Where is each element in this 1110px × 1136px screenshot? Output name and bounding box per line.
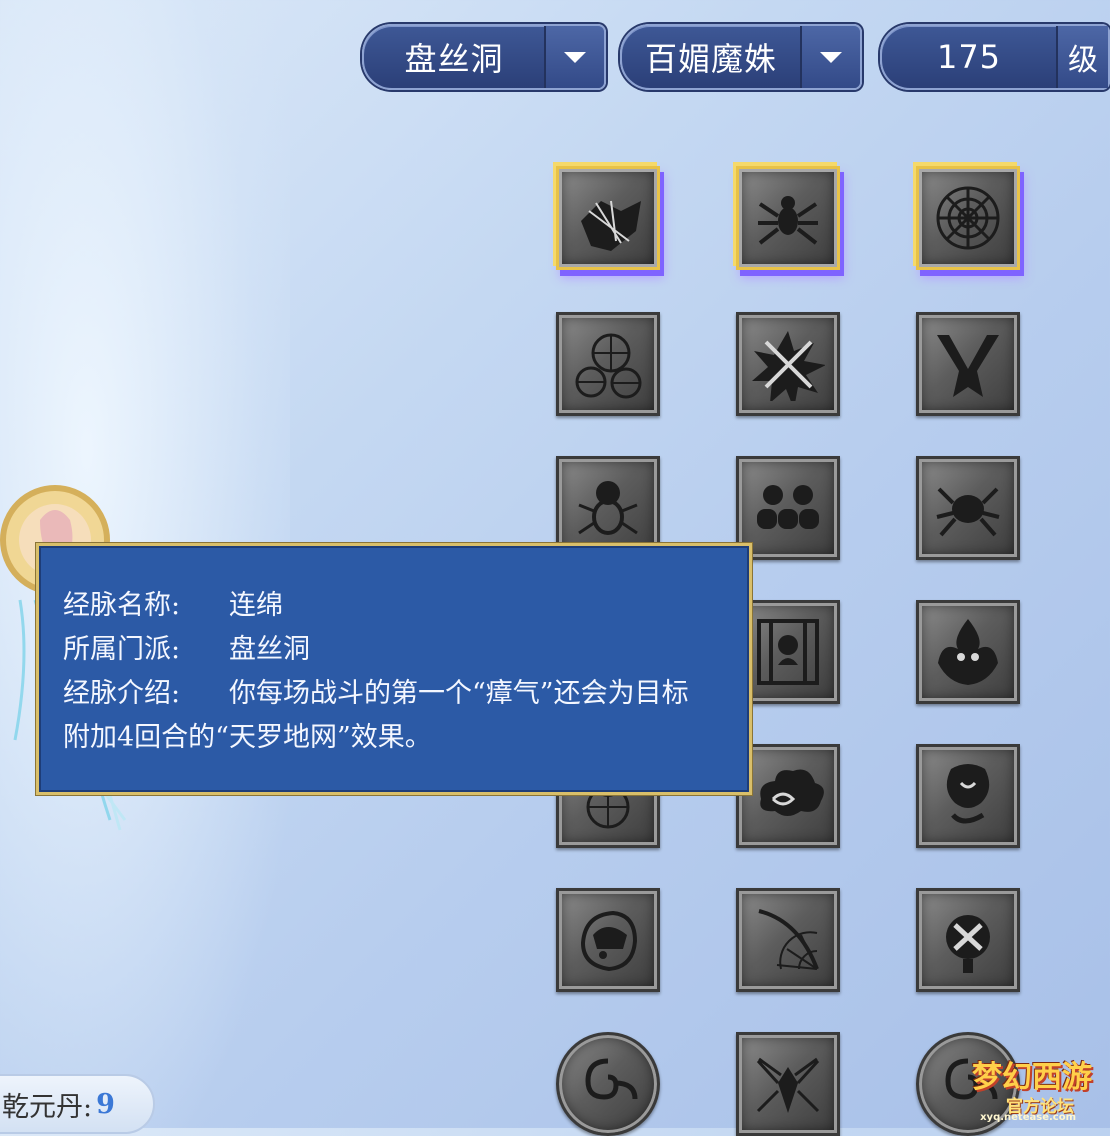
dark-spider-icon bbox=[936, 487, 1000, 537]
skill-slot-bone-spikes[interactable] bbox=[916, 312, 1020, 416]
tooltip-sect-row: 所属门派: 盘丝洞 bbox=[63, 628, 725, 672]
blood-spider-icon bbox=[578, 481, 638, 535]
sect-dropdown-value: 盘丝洞 bbox=[404, 40, 504, 78]
role-dropdown-value: 百媚魔姝 bbox=[644, 40, 777, 78]
tooltip-desc-row: 经脉介绍: 你每场战斗的第一个“瘴气”还会为目标 bbox=[63, 672, 725, 716]
level-value[interactable]: 175 bbox=[882, 38, 1056, 76]
watermark-url: xyq.netease.com bbox=[980, 1112, 1076, 1123]
tooltip-desc-line1: 你每场战斗的第一个“瘴气”还会为目标 bbox=[229, 678, 689, 709]
tooltip-name-row: 经脉名称: 连绵 bbox=[63, 584, 725, 628]
meridian-tooltip: 经脉名称: 连绵 所属门派: 盘丝洞 经脉介绍: 你每场战斗的第一个“瘴气”还会… bbox=[36, 543, 752, 795]
skill-slot-knotted-sword[interactable] bbox=[916, 888, 1020, 992]
skill-slot-spider-web[interactable] bbox=[916, 166, 1020, 270]
role-dropdown[interactable]: 百媚魔姝 bbox=[620, 24, 862, 90]
ghost-mask-icon bbox=[946, 764, 990, 824]
skill-slot-flame-demon[interactable] bbox=[916, 600, 1020, 704]
swirl-coin-icon bbox=[585, 1058, 638, 1100]
tooltip-desc-line2: 附加4回合的“天罗地网”效果。 bbox=[63, 722, 432, 753]
skill-slot-spider[interactable] bbox=[736, 166, 840, 270]
role-dropdown-toggle[interactable] bbox=[800, 26, 860, 88]
tooltip-desc-label: 经脉介绍: bbox=[63, 678, 181, 709]
veiled-woman-icon bbox=[580, 910, 638, 972]
chevron-down-icon bbox=[820, 51, 842, 63]
chevron-down-icon bbox=[564, 51, 586, 63]
spider-lord-icon bbox=[756, 1057, 820, 1113]
qiandan-label: 乾元丹: bbox=[2, 1091, 93, 1123]
skill-slot-ghost-mask[interactable] bbox=[916, 744, 1020, 848]
corner-web-icon bbox=[758, 909, 819, 970]
skill-slot-multi-web[interactable] bbox=[556, 312, 660, 416]
skull-row-icon bbox=[757, 485, 819, 529]
spider-web-icon bbox=[936, 186, 1000, 250]
qiandan-counter: 乾元丹: 9 bbox=[0, 1074, 155, 1134]
flying-web-insect-icon bbox=[581, 200, 641, 251]
sect-dropdown-toggle[interactable] bbox=[544, 26, 604, 88]
spider-icon bbox=[758, 196, 818, 245]
skill-slot-swirl-coin[interactable] bbox=[556, 1032, 660, 1136]
flame-demon-icon bbox=[938, 619, 998, 685]
skill-slot-flying-web-insect[interactable] bbox=[556, 166, 660, 270]
tooltip-name-label: 经脉名称: bbox=[63, 590, 181, 621]
qiandan-value: 9 bbox=[96, 1088, 115, 1120]
multi-web-icon bbox=[575, 333, 642, 399]
forum-watermark-logo: 梦幻西游 官方论坛 xyq.netease.com bbox=[960, 1044, 1100, 1124]
skill-slot-corner-web[interactable] bbox=[736, 888, 840, 992]
skill-slot-veiled-woman[interactable] bbox=[556, 888, 660, 992]
sect-dropdown[interactable]: 盘丝洞 bbox=[362, 24, 606, 90]
skill-slot-crossed-blades[interactable] bbox=[736, 312, 840, 416]
caged-face-icon bbox=[757, 619, 819, 685]
tooltip-sect-label: 所属门派: bbox=[63, 634, 181, 665]
watermark-title: 梦幻西游 bbox=[972, 1060, 1092, 1095]
tooltip-name-value: 连绵 bbox=[229, 590, 283, 621]
cloud-swirl-icon bbox=[760, 769, 824, 816]
knotted-sword-icon bbox=[946, 915, 990, 973]
crossed-blades-icon bbox=[752, 331, 825, 401]
level-input[interactable]: 175 级 bbox=[880, 24, 1110, 90]
level-unit: 级 bbox=[1056, 26, 1108, 88]
bone-spikes-icon bbox=[937, 335, 999, 397]
skill-slot-dark-spider[interactable] bbox=[916, 456, 1020, 560]
tooltip-sect-value: 盘丝洞 bbox=[229, 634, 310, 665]
skill-slot-spider-lord[interactable] bbox=[736, 1032, 840, 1136]
